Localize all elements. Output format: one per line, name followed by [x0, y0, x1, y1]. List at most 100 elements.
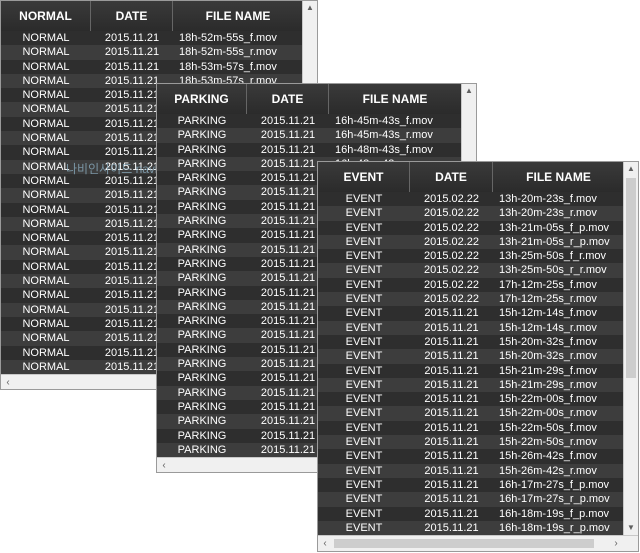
column-header-type[interactable]: PARKING	[157, 84, 247, 114]
table-row[interactable]: EVENT 2015.11.21 15h-21m-29s_r.mov	[318, 377, 625, 393]
date-cell: 2015.02.22	[423, 207, 480, 220]
scroll-up-icon[interactable]: ▲	[303, 1, 317, 15]
type-cell: EVENT	[345, 293, 383, 306]
type-cell: EVENT	[345, 378, 383, 391]
type-cell: NORMAL	[22, 203, 70, 216]
table-row[interactable]: EVENT 2015.02.22 17h-12m-25s_r.mov	[318, 292, 625, 307]
date-cell: 2015.11.21	[104, 32, 160, 44]
parking-header: PARKING DATE FILE NAME	[157, 84, 462, 115]
table-row[interactable]: NORMAL 2015.11.21 18h-52m-55s_f.mov	[1, 31, 304, 46]
date-cell: 2015.11.21	[104, 46, 160, 59]
event-horizontal-scrollbar[interactable]: ‹ ›	[318, 535, 638, 551]
filename-cell: 15h-22m-50s_f.mov	[499, 421, 597, 434]
event-header: EVENT DATE FILE NAME	[318, 162, 625, 193]
table-row[interactable]: PARKING 2015.11.21 16h-45m-43s_r.mov	[157, 128, 462, 143]
type-cell: NORMAL	[22, 74, 70, 87]
type-cell: PARKING	[177, 272, 227, 285]
scroll-left-icon[interactable]: ‹	[318, 536, 332, 551]
filename-cell: 13h-21m-05s_r_p.mov	[499, 235, 610, 248]
table-row[interactable]: EVENT 2015.02.22 13h-21m-05s_f_p.mov	[318, 220, 625, 235]
column-header-date[interactable]: DATE	[410, 162, 493, 192]
type-cell: NORMAL	[22, 132, 70, 145]
type-cell: PARKING	[177, 200, 227, 213]
type-cell: EVENT	[345, 507, 383, 520]
date-cell: 2015.11.21	[104, 60, 160, 73]
table-row[interactable]: EVENT 2015.02.22 13h-20m-23s_r.mov	[318, 206, 625, 221]
table-row[interactable]: NORMAL 2015.11.21 18h-53m-57s_f.mov	[1, 59, 304, 74]
filename-cell: 15h-22m-00s_f.mov	[499, 393, 597, 406]
column-header-date[interactable]: DATE	[247, 84, 329, 114]
date-cell: 2015.11.21	[424, 478, 479, 491]
scroll-left-icon[interactable]: ‹	[1, 375, 15, 389]
date-cell: 2015.02.22	[423, 264, 480, 277]
table-row[interactable]: EVENT 2015.11.21 15h-22m-00s_f.mov	[318, 392, 625, 407]
type-cell: PARKING	[177, 415, 227, 428]
date-cell: 2015.11.21	[424, 364, 479, 377]
column-header-filename[interactable]: FILE NAME	[493, 162, 625, 192]
table-row[interactable]: EVENT 2015.02.22 13h-20m-23s_f.mov	[318, 192, 625, 207]
table-row[interactable]: PARKING 2015.11.21 16h-48m-43s_f.mov	[157, 142, 462, 157]
filename-cell: 16h-48m-43s_f.mov	[335, 143, 433, 156]
table-row[interactable]: EVENT 2015.11.21 15h-20m-32s_f.mov	[318, 334, 625, 350]
table-row[interactable]: EVENT 2015.11.21 15h-22m-50s_f.mov	[318, 420, 625, 436]
column-header-type[interactable]: NORMAL	[1, 1, 91, 31]
scroll-right-icon[interactable]: ›	[609, 536, 623, 551]
type-cell: NORMAL	[22, 303, 70, 316]
scroll-up-icon[interactable]: ▲	[624, 162, 638, 176]
table-row[interactable]: EVENT 2015.11.21 15h-26m-42s_r.mov	[318, 463, 625, 478]
type-cell: PARKING	[177, 343, 227, 356]
table-row[interactable]: EVENT 2015.11.21 15h-21m-29s_f.mov	[318, 363, 625, 378]
date-cell: 2015.11.21	[424, 436, 479, 449]
table-row[interactable]: EVENT 2015.11.21 15h-12m-14s_r.mov	[318, 320, 625, 335]
table-row[interactable]: EVENT 2015.11.21 16h-18m-19s_f_p.mov	[318, 506, 625, 521]
table-row[interactable]: EVENT 2015.11.21 15h-22m-00s_r.mov	[318, 406, 625, 421]
type-cell: NORMAL	[22, 60, 70, 73]
type-cell: NORMAL	[22, 103, 70, 116]
filename-cell: 15h-26m-42s_r.mov	[499, 464, 597, 477]
scroll-up-icon[interactable]: ▲	[462, 84, 476, 98]
table-row[interactable]: EVENT 2015.11.21 16h-17m-27s_f_p.mov	[318, 477, 625, 493]
table-row[interactable]: EVENT 2015.11.21 15h-22m-50s_r.mov	[318, 435, 625, 450]
type-cell: PARKING	[177, 243, 227, 256]
table-row[interactable]: EVENT 2015.02.22 17h-12m-25s_f.mov	[318, 277, 625, 293]
type-cell: PARKING	[177, 143, 227, 156]
scroll-down-icon[interactable]: ▼	[624, 521, 638, 535]
table-row[interactable]: EVENT 2015.02.22 13h-25m-50s_f_r.mov	[318, 249, 625, 264]
table-row[interactable]: EVENT 2015.11.21 15h-26m-42s_f.mov	[318, 449, 625, 464]
type-cell: EVENT	[345, 278, 383, 291]
date-cell: 2015.11.21	[260, 115, 316, 127]
type-cell: PARKING	[177, 257, 227, 270]
column-header-date[interactable]: DATE	[91, 1, 173, 31]
date-cell: 2015.11.21	[424, 393, 479, 406]
column-header-filename[interactable]: FILE NAME	[329, 84, 462, 114]
vertical-scroll-thumb[interactable]	[626, 178, 636, 378]
event-rows: EVENT 2015.02.22 13h-20m-23s_f.mov EVENT 201…	[318, 192, 625, 535]
event-file-list: EVENT DATE FILE NAME EVENT 2015.02.22 13h-…	[317, 161, 639, 552]
type-cell: EVENT	[345, 493, 383, 506]
horizontal-scroll-thumb[interactable]	[334, 539, 594, 548]
type-cell: EVENT	[345, 350, 383, 363]
table-row[interactable]: EVENT 2015.11.21 15h-12m-14s_f.mov	[318, 306, 625, 321]
filename-cell: 18h-52m-55s_r.mov	[179, 46, 277, 59]
type-cell: EVENT	[345, 207, 383, 220]
table-row[interactable]: EVENT 2015.11.21 16h-18m-19s_r_p.mov	[318, 520, 625, 535]
type-cell: EVENT	[345, 464, 383, 477]
event-vertical-scrollbar[interactable]: ▲ ▼	[623, 162, 638, 535]
column-header-type[interactable]: EVENT	[318, 162, 410, 192]
table-row[interactable]: EVENT 2015.11.21 15h-20m-32s_r.mov	[318, 349, 625, 364]
type-cell: NORMAL	[22, 346, 70, 359]
table-row[interactable]: EVENT 2015.02.22 13h-21m-05s_r_p.mov	[318, 234, 625, 250]
type-cell: PARKING	[177, 429, 227, 442]
filename-cell: 16h-17m-27s_f_p.mov	[499, 478, 610, 491]
table-row[interactable]: EVENT 2015.02.22 13h-25m-50s_r_r.mov	[318, 263, 625, 278]
table-row[interactable]: PARKING 2015.11.21 16h-45m-43s_f.mov	[157, 114, 462, 129]
scroll-left-icon[interactable]: ‹	[157, 458, 171, 472]
column-header-filename[interactable]: FILE NAME	[173, 1, 304, 31]
type-cell: EVENT	[345, 250, 383, 263]
date-cell: 2015.11.21	[424, 350, 479, 363]
filename-cell: 18h-53m-57s_f.mov	[179, 60, 277, 73]
table-row[interactable]: EVENT 2015.11.21 16h-17m-27s_r_p.mov	[318, 492, 625, 507]
table-row[interactable]: NORMAL 2015.11.21 18h-52m-55s_r.mov	[1, 45, 304, 60]
filename-cell: 13h-20m-23s_r.mov	[499, 207, 597, 220]
type-cell: EVENT	[345, 478, 383, 491]
